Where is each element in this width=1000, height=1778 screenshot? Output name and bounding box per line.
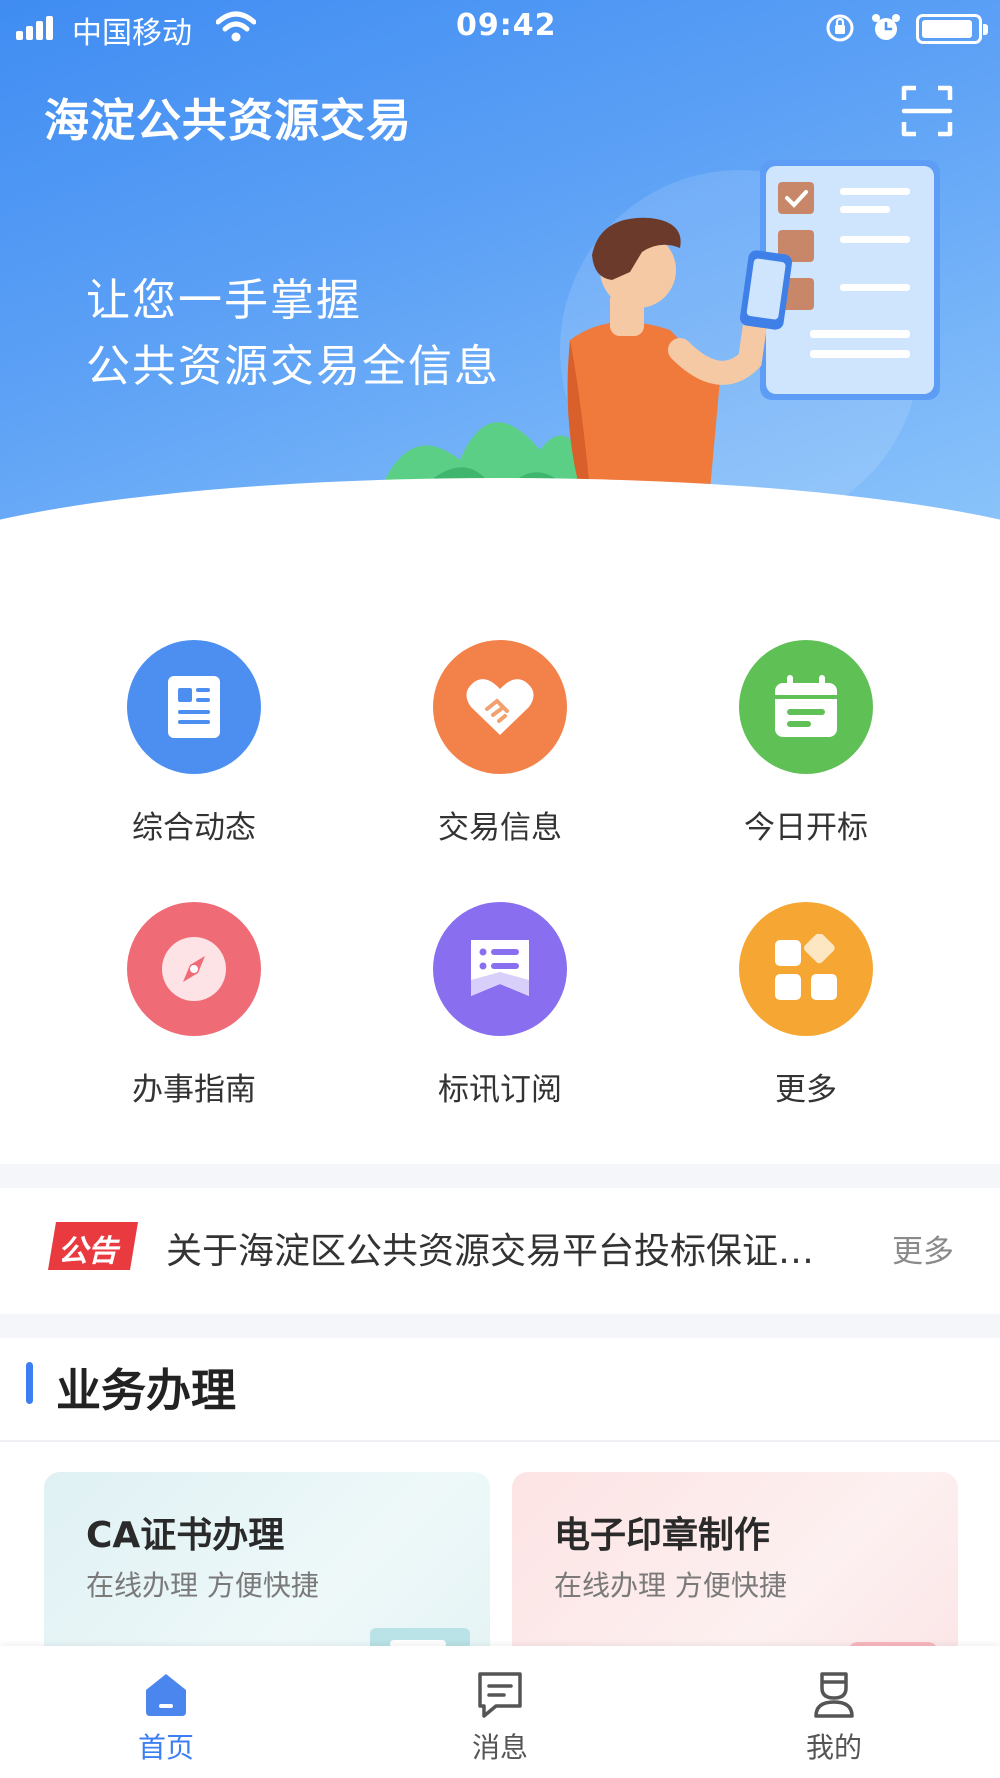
compass-icon <box>162 937 226 1001</box>
section-divider <box>0 1164 1000 1188</box>
alarm-icon <box>872 14 900 40</box>
scan-icon[interactable] <box>900 84 954 138</box>
business-section-title: 业务办理 <box>56 1364 237 1417</box>
menu-item-more[interactable]: 更多 <box>706 902 906 1112</box>
app-title: 海淀公共资源交易 <box>44 94 413 147</box>
tab-label-messages: 消息 <box>471 1731 528 1764</box>
notice-tag: 公告 <box>44 1218 142 1274</box>
menu-item-trade-info[interactable]: 交易信息 <box>400 640 600 850</box>
profile-icon <box>814 1672 854 1718</box>
section-accent-bar <box>26 1362 33 1404</box>
carrier-name: 中国移动 <box>72 16 192 51</box>
signal-strength-icon <box>16 14 60 40</box>
menu-label-trade-info: 交易信息 <box>438 810 562 846</box>
menu-icon-circle <box>433 640 567 774</box>
menu-icon-circle <box>739 640 873 774</box>
notice-more-link[interactable]: 更多 <box>892 1226 954 1271</box>
status-bar: 中国移动 09:42 <box>0 0 1000 56</box>
calendar-icon <box>775 675 837 737</box>
hero-banner: 中国移动 09:42 海淀公共资源交易 让您一手掌握 公共资源交易全信息 <box>0 0 1000 560</box>
menu-icon-circle <box>433 902 567 1036</box>
tab-label-home: 首页 <box>137 1731 194 1764</box>
card-subtitle: 在线办理 方便快捷 <box>86 1569 319 1602</box>
status-time: 09:42 <box>456 8 557 43</box>
subscription-icon <box>471 940 529 996</box>
card-title: CA证书办理 <box>86 1515 285 1556</box>
wifi-icon <box>216 11 256 42</box>
rotation-lock-icon <box>826 14 854 42</box>
news-icon <box>168 676 220 738</box>
menu-label-news: 综合动态 <box>132 810 256 846</box>
tab-label-profile: 我的 <box>805 1731 862 1764</box>
menu-icon-circle <box>127 902 261 1036</box>
notice-text[interactable]: 关于海淀区公共资源交易平台投标保证… <box>166 1222 856 1274</box>
section-divider <box>0 1314 1000 1338</box>
message-icon <box>478 1672 522 1718</box>
menu-label-today-bid-opening: 今日开标 <box>744 810 868 846</box>
menu-label-more: 更多 <box>775 1072 837 1108</box>
home-icon <box>146 1674 186 1716</box>
notice-bar[interactable]: 公告 关于海淀区公共资源交易平台投标保证… 更多 <box>0 1188 1000 1314</box>
handshake-heart-icon <box>466 679 534 735</box>
menu-item-guide[interactable]: 办事指南 <box>94 902 294 1112</box>
menu-item-news[interactable]: 综合动态 <box>94 640 294 850</box>
notice-tag-label: 公告 <box>58 1234 118 1269</box>
tab-home[interactable]: 首页 <box>66 1646 266 1778</box>
more-grid-icon <box>775 934 837 1000</box>
menu-label-guide: 办事指南 <box>132 1072 256 1108</box>
card-subtitle: 在线办理 方便快捷 <box>554 1569 787 1602</box>
menu-item-subscription[interactable]: 标讯订阅 <box>400 902 600 1112</box>
card-title: 电子印章制作 <box>554 1515 771 1556</box>
battery-level <box>922 20 972 38</box>
battery-icon <box>916 14 988 44</box>
tab-messages[interactable]: 消息 <box>400 1646 600 1778</box>
bottom-tab-bar: 首页 消息 我的 <box>0 1646 1000 1778</box>
menu-icon-circle <box>739 902 873 1036</box>
business-section-header: 业务办理 <box>0 1338 1000 1442</box>
menu-icon-circle <box>127 640 261 774</box>
menu-item-today-bid-opening[interactable]: 今日开标 <box>706 640 906 850</box>
tab-profile[interactable]: 我的 <box>734 1646 934 1778</box>
menu-label-subscription: 标讯订阅 <box>438 1072 562 1108</box>
